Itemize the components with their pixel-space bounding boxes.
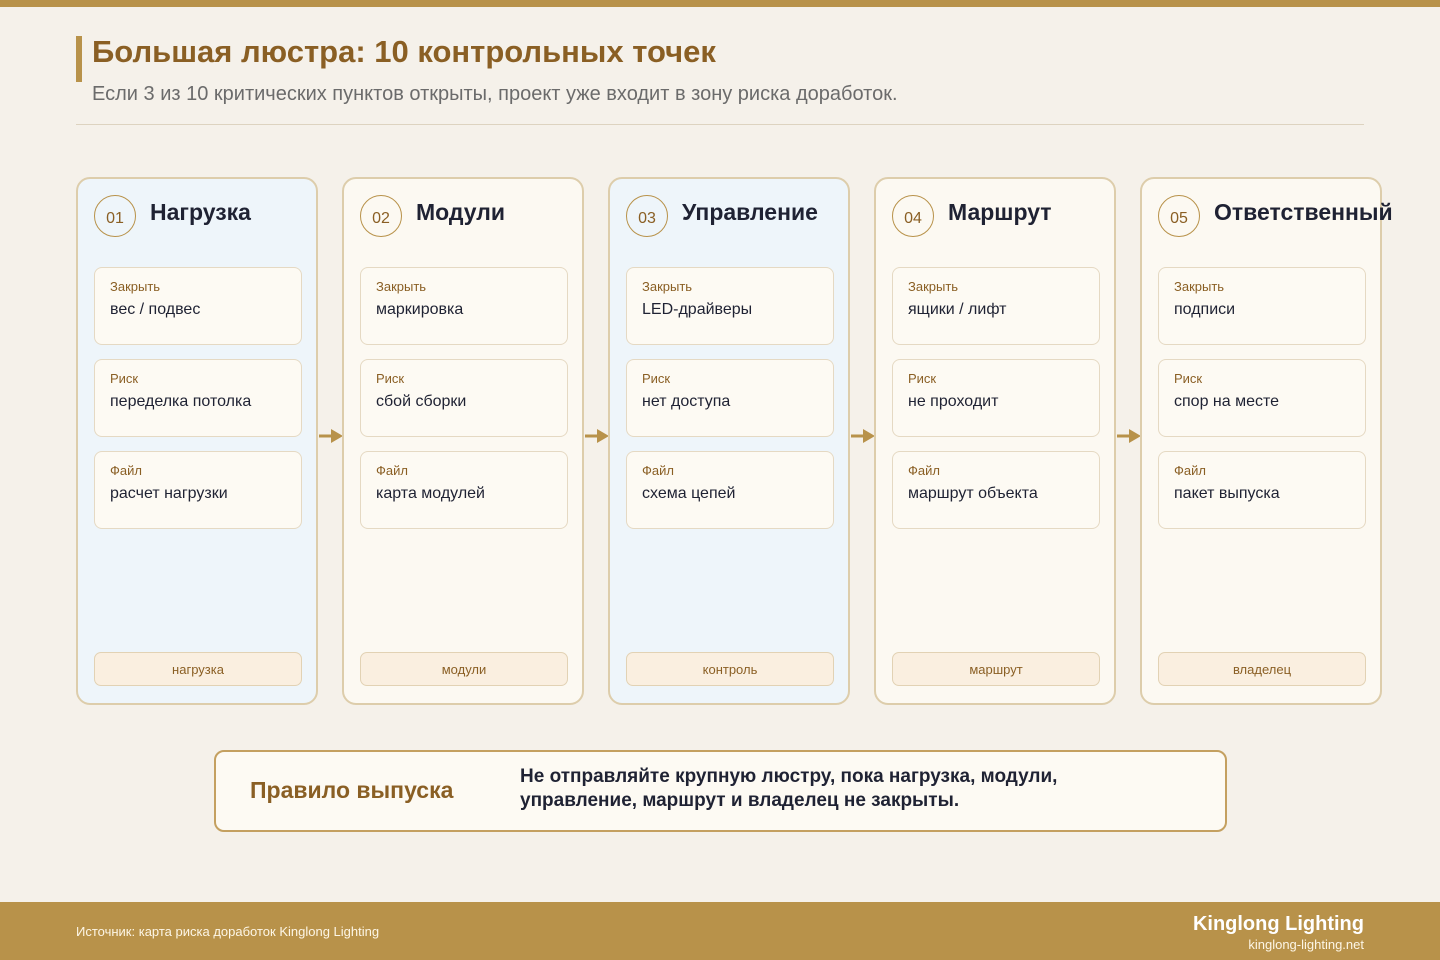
card-value: маркировка: [376, 301, 464, 318]
arrow-right-icon: [1117, 429, 1141, 443]
card-value: вес / подвес: [110, 301, 201, 318]
close-card: Закрыть маркировка: [360, 267, 568, 345]
card-label: Закрыть: [110, 279, 161, 294]
card-label: Риск: [376, 371, 405, 386]
card-value: LED-драйверы: [642, 301, 753, 318]
arrow-right-icon: [585, 429, 609, 443]
top-accent-bar: [0, 0, 1440, 7]
card-value: не проходит: [908, 393, 999, 410]
checkpoint-column-control: 03 Управление Закрыть LED-драйверы Риск …: [608, 177, 850, 705]
column-title: Управление: [682, 199, 818, 225]
column-tag: модули: [360, 652, 568, 686]
header-divider: [76, 124, 1364, 125]
card-label: Файл: [110, 463, 142, 478]
step-number-badge: 05: [1158, 195, 1200, 237]
column-title: Модули: [416, 199, 506, 225]
risk-card: Риск не проходит: [892, 359, 1100, 437]
risk-card: Риск спор на месте: [1158, 359, 1366, 437]
file-card: Файл пакет выпуска: [1158, 451, 1366, 529]
checkpoint-column-owner: 05 Ответственный Закрыть подписи Риск сп…: [1140, 177, 1393, 705]
column-tag: владелец: [1158, 652, 1366, 686]
card-value: расчет нагрузки: [110, 485, 228, 502]
card-label: Закрыть: [1174, 279, 1225, 294]
card-label: Риск: [908, 371, 937, 386]
page-subtitle: Если 3 из 10 критических пунктов открыты…: [92, 83, 898, 105]
risk-card: Риск сбой сборки: [360, 359, 568, 437]
close-card: Закрыть ящики / лифт: [892, 267, 1100, 345]
close-card: Закрыть подписи: [1158, 267, 1366, 345]
rule-text: Не отправляйте крупную люстру, пока нагр…: [520, 766, 1058, 811]
card-label: Закрыть: [908, 279, 959, 294]
page-title: Большая люстра: 10 контрольных точек: [92, 34, 716, 69]
card-label: Риск: [642, 371, 671, 386]
checkpoint-column-load: 01 Нагрузка Закрыть вес / подвес Риск пе…: [76, 177, 318, 705]
file-card: Файл схема цепей: [626, 451, 834, 529]
card-value: маршрут объекта: [908, 485, 1038, 502]
column-title: Нагрузка: [150, 199, 251, 225]
column-title: Ответственный: [1214, 199, 1393, 225]
footer-source: Источник: карта риска доработок Kinglong…: [76, 924, 380, 939]
card-label: Закрыть: [642, 279, 693, 294]
card-label: Файл: [908, 463, 940, 478]
file-card: Файл расчет нагрузки: [94, 451, 302, 529]
card-value: схема цепей: [642, 485, 736, 502]
release-rule-box: Правило выпуска Не отправляйте крупную л…: [214, 750, 1227, 832]
column-tag: контроль: [626, 652, 834, 686]
card-label: Риск: [110, 371, 139, 386]
card-value: сбой сборки: [376, 393, 467, 410]
card-label: Риск: [1174, 371, 1203, 386]
card-label: Файл: [642, 463, 674, 478]
card-value: спор на месте: [1174, 393, 1280, 410]
card-value: ящики / лифт: [908, 301, 1007, 318]
checkpoint-column-route: 04 Маршрут Закрыть ящики / лифт Риск не …: [874, 177, 1116, 705]
footer: Источник: карта риска доработок Kinglong…: [0, 902, 1440, 960]
card-label: Файл: [376, 463, 408, 478]
card-value: пакет выпуска: [1174, 485, 1280, 502]
checkpoint-column-modules: 02 Модули Закрыть маркировка Риск сбой с…: [342, 177, 584, 705]
card-value: переделка потолка: [110, 393, 252, 410]
column-title: Маршрут: [948, 199, 1052, 225]
rule-title: Правило выпуска: [250, 777, 454, 803]
file-card: Файл карта модулей: [360, 451, 568, 529]
footer-url: kinglong-lighting.net: [1248, 937, 1364, 952]
close-card: Закрыть LED-драйверы: [626, 267, 834, 345]
step-number-badge: 04: [892, 195, 934, 237]
card-label: Закрыть: [376, 279, 427, 294]
column-tag: маршрут: [892, 652, 1100, 686]
arrow-right-icon: [851, 429, 875, 443]
step-number-badge: 01: [94, 195, 136, 237]
step-number-badge: 02: [360, 195, 402, 237]
close-card: Закрыть вес / подвес: [94, 267, 302, 345]
card-value: нет доступа: [642, 393, 731, 410]
risk-card: Риск нет доступа: [626, 359, 834, 437]
footer-brand: Kinglong Lighting: [1192, 913, 1364, 935]
file-card: Файл маршрут объекта: [892, 451, 1100, 529]
card-value: подписи: [1174, 301, 1236, 318]
risk-card: Риск переделка потолка: [94, 359, 302, 437]
card-value: карта модулей: [376, 485, 485, 502]
step-number-badge: 03: [626, 195, 668, 237]
arrow-right-icon: [319, 429, 343, 443]
card-label: Файл: [1174, 463, 1206, 478]
title-accent-bar: [76, 36, 82, 82]
column-tag: нагрузка: [94, 652, 302, 686]
